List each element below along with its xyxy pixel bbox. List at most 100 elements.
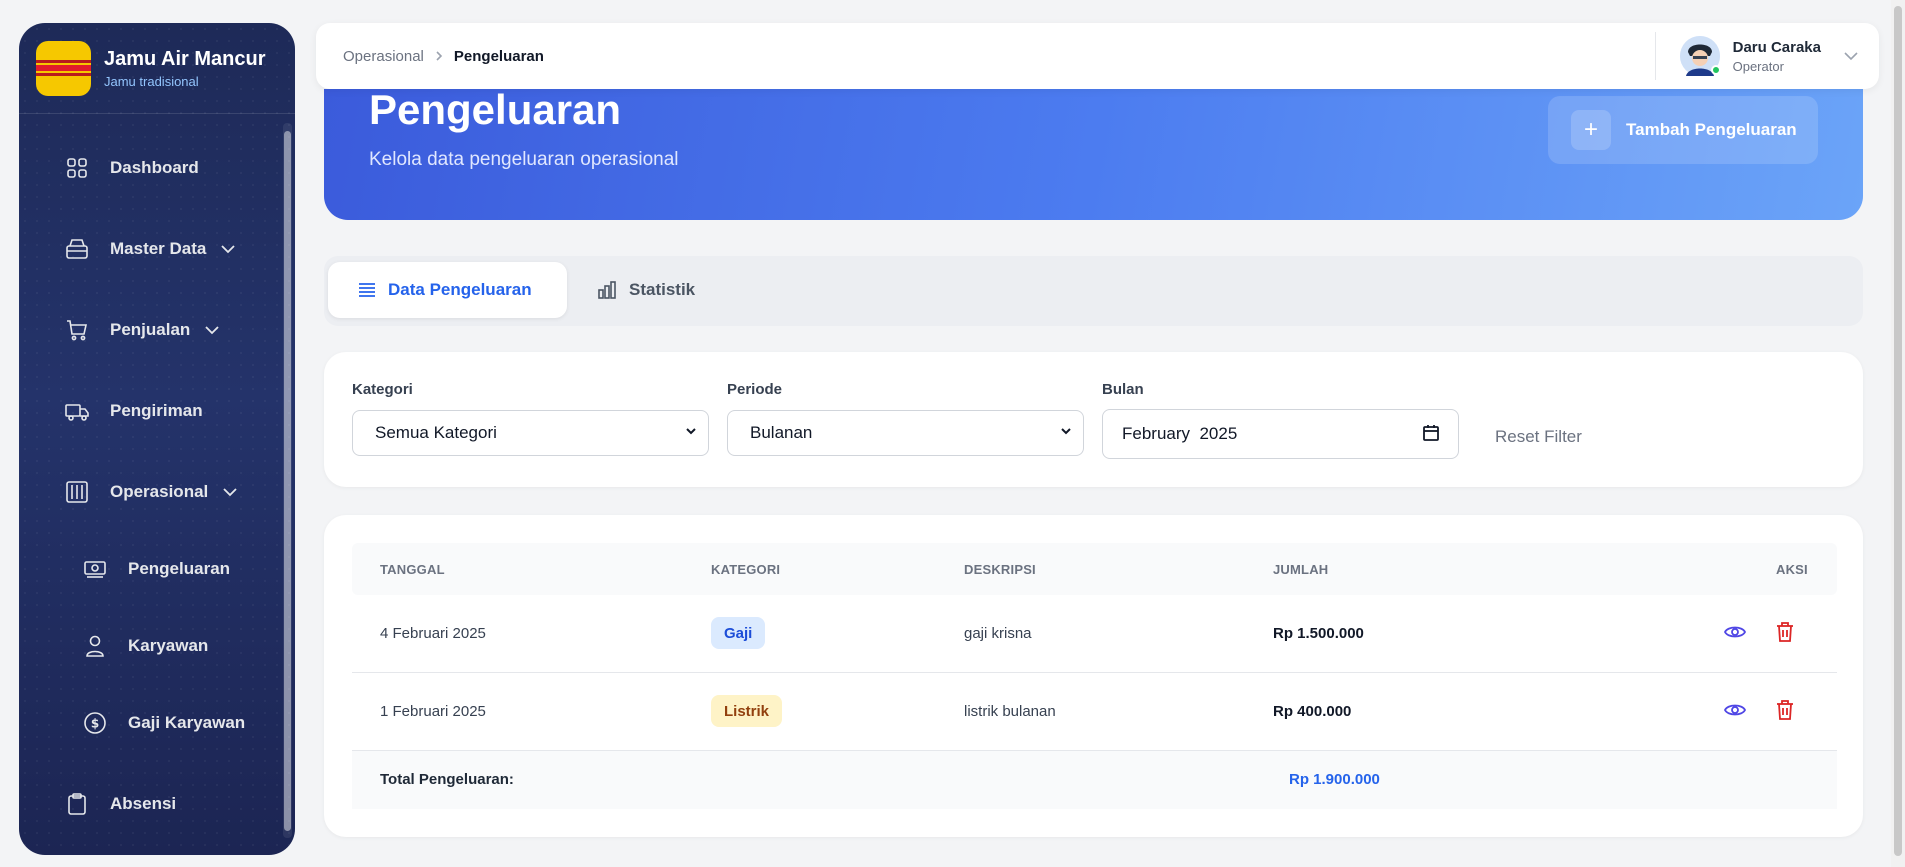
chevron-down-icon [1059, 424, 1073, 438]
sidebar-item-pengiriman[interactable]: Pengiriman [64, 391, 203, 431]
sidebar-item-label: Pengeluaran [128, 559, 231, 578]
sidebar-item-label: Operasional [110, 482, 209, 501]
sidebar-item-label: Dashboard [110, 158, 199, 177]
column-header-tanggal: TANGGAL [380, 562, 445, 577]
table-header: TANGGAL KATEGORI DESKRIPSI JUMLAH AKSI [352, 543, 1837, 595]
table-total-row: Total Pengeluaran: Rp 1.900.000 [352, 751, 1837, 809]
cash-icon [82, 556, 108, 582]
trash-icon[interactable] [1775, 699, 1795, 721]
sidebar-item-operasional[interactable]: Operasional [64, 472, 238, 512]
cell-deskripsi: gaji krisna [964, 625, 1032, 642]
cart-icon [64, 317, 90, 343]
kategori-value: Semua Kategori [375, 423, 497, 442]
user-name: Daru Caraka [1732, 38, 1821, 56]
sidebar-item-label: Master Data [110, 239, 207, 258]
kategori-select[interactable]: Semua Kategori [352, 410, 709, 456]
dollar-icon: $ [82, 710, 108, 736]
list-icon [358, 282, 376, 298]
sidebar-item-label: Pengiriman [110, 401, 203, 420]
sidebar-item-master-data[interactable]: Master Data [64, 229, 236, 269]
table-row: 4 Februari 2025 Gaji gaji krisna Rp 1.50… [352, 595, 1837, 673]
breadcrumb-link-operasional[interactable]: Operasional [343, 48, 424, 65]
cell-tanggal: 1 Februari 2025 [380, 703, 486, 720]
chevron-right-icon [434, 50, 444, 62]
add-expense-label: Tambah Pengeluaran [1626, 120, 1797, 139]
category-badge: Gaji [711, 617, 766, 649]
user-role: Operator [1732, 58, 1784, 74]
eye-icon[interactable] [1724, 621, 1746, 643]
page-scrollbar[interactable] [1891, 0, 1905, 867]
table-row: 1 Februari 2025 Listrik listrik bulanan … [352, 673, 1837, 751]
brand-logo [36, 40, 91, 96]
sidebar-item-absensi[interactable]: Absensi [64, 784, 176, 824]
sidebar-item-dashboard[interactable]: Dashboard [64, 148, 199, 188]
page-header: Pengeluaran Kelola data pengeluaran oper… [324, 86, 1863, 220]
column-header-aksi: AKSI [1776, 562, 1808, 577]
cell-tanggal: 4 Februari 2025 [380, 625, 486, 642]
eye-icon[interactable] [1724, 699, 1746, 721]
svg-text:$: $ [91, 717, 99, 731]
periode-label: Periode [727, 381, 783, 398]
trash-icon[interactable] [1775, 621, 1795, 643]
tab-label: Statistik [629, 280, 696, 299]
periode-value: Bulanan [750, 423, 813, 442]
plus-icon: + [1571, 110, 1611, 150]
column-header-deskripsi: DESKRIPSI [964, 562, 1036, 577]
cell-jumlah: Rp 1.500.000 [1273, 625, 1364, 642]
kategori-label: Kategori [352, 381, 413, 398]
sidebar-item-penjualan[interactable]: Penjualan [64, 310, 220, 350]
truck-icon [64, 398, 90, 424]
bulan-value: February 2025 [1122, 424, 1238, 443]
filter-panel: Kategori Semua Kategori Periode Bulanan … [324, 352, 1863, 487]
chevron-down-icon [684, 424, 698, 438]
online-status-indicator [1710, 65, 1721, 75]
breadcrumb: Operasional Pengeluaran [343, 48, 544, 65]
sidebar-item-label: Penjualan [110, 320, 191, 339]
brand-subtitle: Jamu tradisional [104, 73, 199, 89]
sidebar-item-label: Absensi [110, 794, 177, 813]
avatar [1679, 36, 1721, 76]
column-header-kategori: KATEGORI [711, 562, 781, 577]
chevron-down-icon [204, 325, 220, 335]
sidebar-item-label: Gaji Karyawan [128, 713, 246, 732]
brand[interactable]: Jamu Air Mancur Jamu tradisional [19, 23, 295, 114]
breadcrumb-current: Pengeluaran [453, 47, 544, 65]
page-title: Pengeluaran [369, 86, 622, 133]
grid-icon [64, 155, 90, 181]
bar-chart-icon [597, 281, 617, 299]
calendar-icon[interactable] [1422, 424, 1440, 442]
reset-filter-button[interactable]: Reset Filter [1495, 427, 1582, 447]
clipboard-icon [64, 791, 90, 817]
chevron-down-icon [220, 244, 236, 254]
sidebar-item-gaji-karyawan[interactable]: $ Gaji Karyawan [82, 703, 245, 743]
tab-bar: Data Pengeluaran Statistik [324, 256, 1863, 326]
expense-table: TANGGAL KATEGORI DESKRIPSI JUMLAH AKSI 4… [324, 515, 1863, 837]
columns-icon [64, 479, 90, 505]
chevron-down-icon [1843, 51, 1859, 61]
page-subtitle: Kelola data pengeluaran operasional [369, 149, 679, 170]
total-label: Total Pengeluaran: [380, 771, 514, 788]
topbar: Operasional Pengeluaran Daru Caraka Oper… [316, 23, 1879, 89]
sidebar-item-karyawan[interactable]: Karyawan [82, 626, 208, 666]
bulan-label: Bulan [1102, 381, 1144, 398]
user-icon [82, 633, 108, 659]
total-value: Rp 1.900.000 [1289, 771, 1380, 788]
bulan-month-input[interactable]: February 2025 [1102, 409, 1459, 459]
user-menu[interactable]: Daru Caraka Operator [1654, 32, 1859, 80]
sidebar-scrollbar[interactable] [283, 123, 292, 838]
sidebar-item-label: Karyawan [128, 636, 209, 655]
box-icon [64, 236, 90, 262]
cell-jumlah: Rp 400.000 [1273, 703, 1352, 720]
sidebar-item-pengeluaran[interactable]: Pengeluaran [82, 549, 230, 589]
tab-data-pengeluaran[interactable]: Data Pengeluaran [328, 262, 567, 318]
column-header-jumlah: JUMLAH [1273, 562, 1329, 577]
add-expense-button[interactable]: + Tambah Pengeluaran [1548, 96, 1818, 164]
sidebar: Jamu Air Mancur Jamu tradisional Dashboa… [19, 23, 295, 855]
category-badge: Listrik [711, 695, 783, 727]
brand-name: Jamu Air Mancur [104, 47, 266, 70]
tab-statistik[interactable]: Statistik [597, 262, 695, 318]
chevron-down-icon [222, 487, 238, 497]
cell-deskripsi: listrik bulanan [964, 703, 1056, 720]
periode-select[interactable]: Bulanan [727, 410, 1084, 456]
tab-label: Data Pengeluaran [388, 280, 532, 299]
